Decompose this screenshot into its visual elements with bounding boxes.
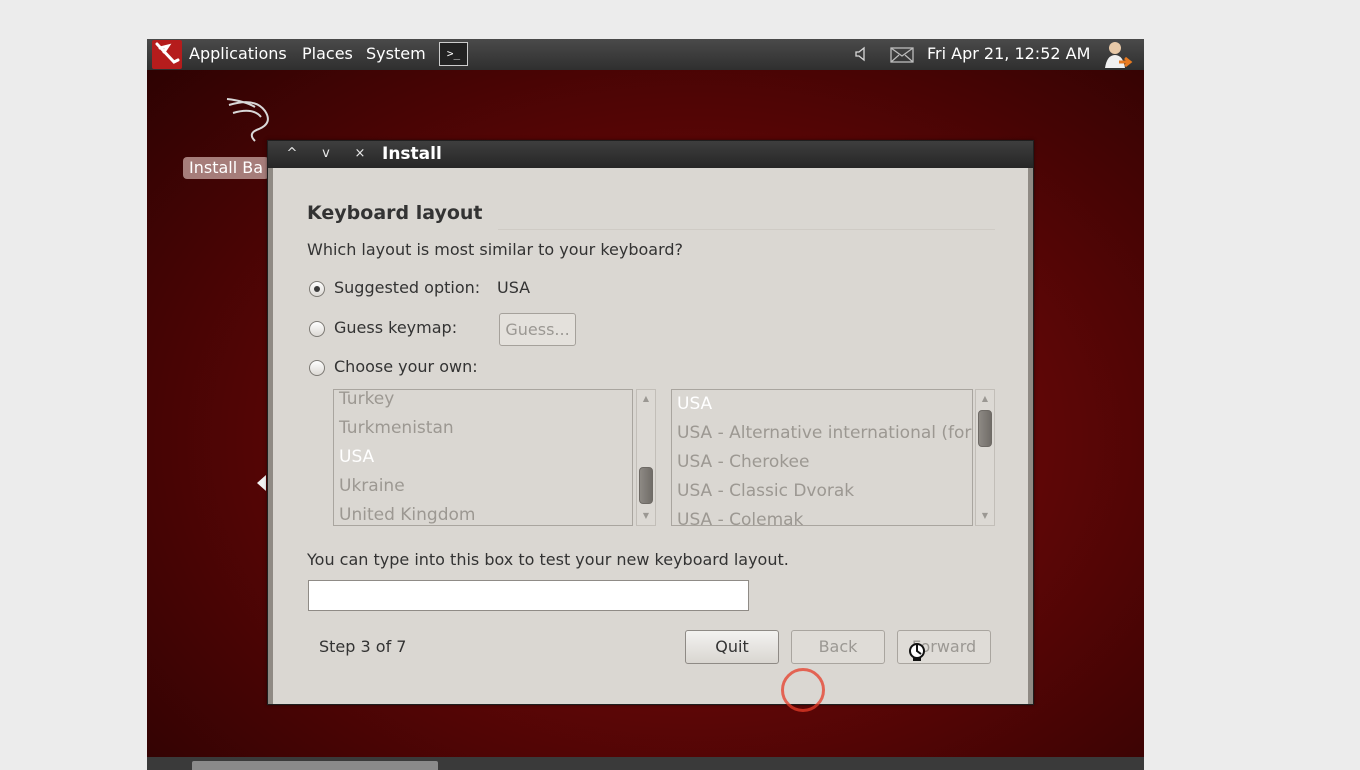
taskbar-window-button[interactable] [192,761,438,770]
scroll-thumb[interactable] [639,467,653,504]
maximize-icon[interactable]: v [314,144,338,164]
guess-keymap-radio[interactable] [309,321,325,337]
list-item[interactable]: USA - Cherokee [672,448,972,477]
bottom-panel [147,757,1144,770]
quit-button[interactable]: Quit [685,630,779,664]
guess-keymap-label[interactable]: Guess keymap: [334,318,457,337]
step-indicator: Step 3 of 7 [319,637,407,656]
mail-icon[interactable] [890,46,914,64]
back-button[interactable]: Back [791,630,885,664]
scroll-down-icon[interactable]: ▼ [976,509,994,523]
scroll-thumb[interactable] [978,410,992,447]
guess-button[interactable]: Guess... [499,313,576,346]
suggested-option-label[interactable]: Suggested option: [334,278,480,297]
terminal-launcher-icon[interactable]: >_ [439,42,468,66]
page-title: Keyboard layout [307,202,483,224]
list-item[interactable]: USA - Classic Dvorak [672,477,972,506]
suggested-option-value: USA [497,278,531,297]
install-window: ^ v × Install Keyboard layout Which layo… [267,140,1034,705]
window-title: Install [382,144,442,164]
busy-cursor-icon [909,643,925,661]
list-item[interactable]: Ukraine [334,472,632,501]
window-titlebar[interactable]: ^ v × Install [268,141,1033,168]
list-item[interactable]: USA - Alternative international (form [672,419,972,448]
suggested-option-radio[interactable] [309,281,325,297]
user-shutdown-icon[interactable] [1103,40,1133,70]
top-panel: Applications Places System >_ Fri Apr 21… [147,39,1144,70]
window-border-right [1028,168,1033,704]
desktop-icon-label[interactable]: Install Ba [183,157,270,179]
clock[interactable]: Fri Apr 21, 12:52 AM [927,44,1090,63]
click-indicator [781,668,825,712]
choose-own-radio[interactable] [309,360,325,376]
test-box-label: You can type into this box to test your … [307,550,789,569]
list-item[interactable]: Turkey [334,390,632,414]
scroll-up-icon[interactable]: ▲ [637,392,655,406]
variant-list[interactable]: USA USA - Alternative international (for… [671,389,973,526]
kali-dragon-menu-icon[interactable] [152,40,182,69]
menu-places[interactable]: Places [302,44,353,63]
scroll-up-icon[interactable]: ▲ [976,392,994,406]
keyboard-test-input[interactable] [308,580,749,611]
choose-own-label[interactable]: Choose your own: [334,357,478,376]
menu-applications[interactable]: Applications [189,44,287,63]
volume-icon[interactable] [853,45,871,63]
arrow-left-icon [257,475,266,491]
menu-system[interactable]: System [366,44,426,63]
variant-list-scrollbar[interactable]: ▲ ▼ [975,389,995,526]
list-item[interactable]: Turkmenistan [334,414,632,443]
page-question: Which layout is most similar to your key… [307,240,684,259]
scroll-down-icon[interactable]: ▼ [637,509,655,523]
minimize-icon[interactable]: ^ [280,144,304,164]
list-item[interactable]: United Kingdom [334,501,632,525]
title-divider [498,229,995,230]
desktop-screen: Applications Places System >_ Fri Apr 21… [147,39,1144,770]
list-item[interactable]: USA - Colemak [672,506,972,525]
country-list[interactable]: Turkey Turkmenistan USA Ukraine United K… [333,389,633,526]
close-icon[interactable]: × [348,144,372,164]
window-border-left [268,168,273,704]
country-list-scrollbar[interactable]: ▲ ▼ [636,389,656,526]
list-item-selected[interactable]: USA [672,390,972,419]
list-item-selected[interactable]: USA [334,443,632,472]
